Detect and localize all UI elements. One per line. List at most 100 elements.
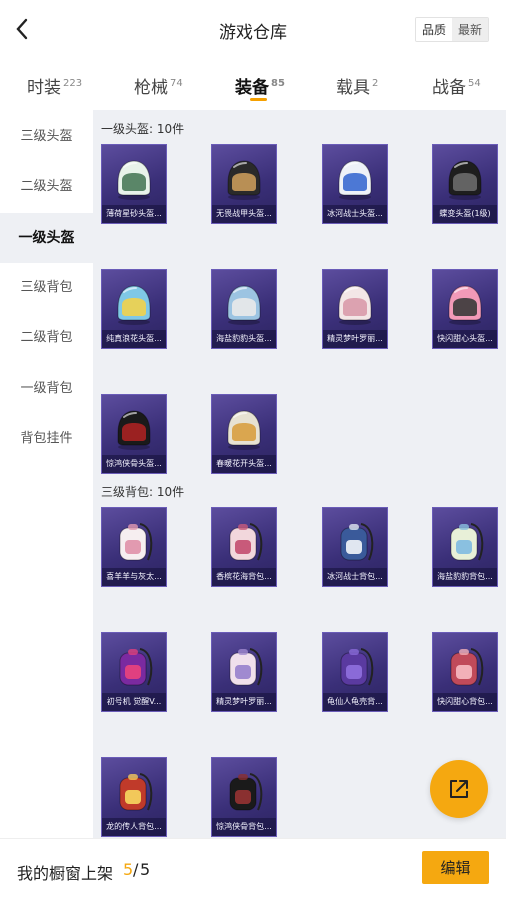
- backpack-image: [331, 641, 379, 693]
- item-card[interactable]: 海盐豹豹头盔...: [211, 269, 277, 349]
- helmet-image: [331, 153, 379, 205]
- item-card[interactable]: 喜羊羊与灰太...: [101, 507, 167, 587]
- item-card[interactable]: 龟仙人龟壳背...: [322, 632, 388, 712]
- tab-count: 223: [63, 78, 83, 89]
- helmet-image: [220, 403, 268, 455]
- item-card[interactable]: 快闪甜心背包...: [432, 632, 498, 712]
- shelf-current-count: 5: [123, 860, 134, 879]
- category-tabs: 时装 223 枪械 74 装备 85 载具 2 战备 54: [0, 60, 506, 110]
- item-card[interactable]: 精灵梦叶罗丽...: [211, 632, 277, 712]
- item-card[interactable]: 初号机 觉醒V...: [101, 632, 167, 712]
- item-card[interactable]: 海盐豹豹背包...: [432, 507, 498, 587]
- helmet-image: [110, 278, 158, 330]
- sidebar-item-level3-backpack[interactable]: 三级背包: [0, 263, 93, 313]
- helmet-image: [110, 153, 158, 205]
- item-name: 冰河战士头盔...: [323, 205, 387, 223]
- item-card[interactable]: 纯真浪花头盔...: [101, 269, 167, 349]
- bottom-bar: 我的橱窗上架 5 / 5 编辑: [0, 838, 506, 897]
- section-title: 三级背包: 10件: [101, 485, 185, 499]
- helmet-image: [441, 153, 489, 205]
- sort-quality-option[interactable]: 品质: [416, 18, 452, 41]
- helmet-image: [331, 278, 379, 330]
- item-card[interactable]: 无畏战甲头盔...: [211, 144, 277, 224]
- item-card[interactable]: 精灵梦叶罗丽...: [322, 269, 388, 349]
- tab-label: 时装: [27, 78, 61, 98]
- tab-count: 54: [468, 78, 481, 89]
- item-grid: 一级头盔: 10件 三级背包: 10件 薄荷星砂头盔... 无畏战甲头盔... 冰河…: [93, 110, 506, 838]
- item-name: 香槟花海背包...: [212, 568, 276, 586]
- shelf-separator: /: [133, 860, 139, 879]
- tab-guns[interactable]: 枪械 74: [134, 73, 183, 98]
- item-name: 喜羊羊与灰太...: [102, 568, 166, 586]
- tab-label: 载具: [336, 78, 370, 98]
- section-title: 一级头盔: 10件: [101, 122, 185, 136]
- item-name: 龙的传人背包...: [102, 818, 166, 836]
- item-card[interactable]: 冰河战士背包...: [322, 507, 388, 587]
- item-card[interactable]: 薄荷星砂头盔...: [101, 144, 167, 224]
- tab-gear[interactable]: 战备 54: [432, 73, 481, 98]
- tab-equipment[interactable]: 装备 85: [235, 73, 285, 98]
- sidebar-item-level1-helmet[interactable]: 一级头盔: [0, 213, 93, 263]
- helmet-image: [220, 153, 268, 205]
- item-card[interactable]: 香槟花海背包...: [211, 507, 277, 587]
- item-name: 快闪甜心背包...: [433, 693, 497, 711]
- item-name: 精灵梦叶罗丽...: [212, 693, 276, 711]
- item-card[interactable]: 龙的传人背包...: [101, 757, 167, 837]
- sidebar-item-backpack-charm[interactable]: 背包挂件: [0, 414, 93, 464]
- edit-button[interactable]: 编辑: [422, 851, 489, 884]
- sidebar: 三级头盔 二级头盔 一级头盔 三级背包 二级背包 一级背包 背包挂件: [0, 110, 93, 838]
- helmet-image: [220, 278, 268, 330]
- item-name: 无畏战甲头盔...: [212, 205, 276, 223]
- backpack-image: [441, 516, 489, 568]
- backpack-image: [220, 641, 268, 693]
- tab-count: 2: [372, 78, 379, 89]
- backpack-image: [110, 641, 158, 693]
- sort-newest-option[interactable]: 最新: [452, 18, 488, 41]
- backpack-image: [110, 516, 158, 568]
- item-name: 春暖花开头盔...: [212, 455, 276, 473]
- item-name: 冰河战士背包...: [323, 568, 387, 586]
- item-name: 蝶变头盔(1级): [433, 205, 497, 223]
- item-card[interactable]: 快闪甜心头盔...: [432, 269, 498, 349]
- backpack-image: [220, 766, 268, 818]
- header: 游戏仓库 品质 最新: [0, 0, 506, 60]
- item-card[interactable]: 惊鸿侠骨背包...: [211, 757, 277, 837]
- item-name: 龟仙人龟壳背...: [323, 693, 387, 711]
- item-name: 初号机 觉醒V...: [102, 693, 166, 711]
- tab-count: 74: [170, 78, 183, 89]
- item-name: 薄荷星砂头盔...: [102, 205, 166, 223]
- shelf-total-count: 5: [140, 860, 151, 879]
- backpack-image: [110, 766, 158, 818]
- helmet-image: [441, 278, 489, 330]
- backpack-image: [331, 516, 379, 568]
- item-name: 惊鸿侠骨背包...: [212, 818, 276, 836]
- sort-toggle[interactable]: 品质 最新: [415, 17, 489, 42]
- item-card[interactable]: 蝶变头盔(1级): [432, 144, 498, 224]
- item-card[interactable]: 春暖花开头盔...: [211, 394, 277, 474]
- tab-fashion[interactable]: 时装 223: [27, 73, 82, 98]
- tab-label: 枪械: [134, 78, 168, 98]
- item-name: 海盐豹豹头盔...: [212, 330, 276, 348]
- backpack-image: [220, 516, 268, 568]
- item-name: 快闪甜心头盔...: [433, 330, 497, 348]
- tab-vehicles[interactable]: 载具 2: [336, 73, 378, 98]
- sidebar-item-level2-helmet[interactable]: 二级头盔: [0, 162, 93, 212]
- tab-label: 装备: [235, 78, 269, 98]
- shelf-label: 我的橱窗上架: [17, 864, 114, 883]
- share-external-icon: [450, 780, 468, 798]
- item-name: 海盐豹豹背包...: [433, 568, 497, 586]
- sidebar-item-level3-helmet[interactable]: 三级头盔: [0, 112, 93, 162]
- item-card[interactable]: 冰河战士头盔...: [322, 144, 388, 224]
- share-fab-button[interactable]: [430, 760, 488, 818]
- item-card[interactable]: 惊鸿侠骨头盔...: [101, 394, 167, 474]
- sidebar-item-level2-backpack[interactable]: 二级背包: [0, 313, 93, 363]
- backpack-image: [441, 641, 489, 693]
- tab-count: 85: [271, 78, 285, 89]
- item-name: 纯真浪花头盔...: [102, 330, 166, 348]
- tab-label: 战备: [432, 78, 466, 98]
- item-name: 惊鸿侠骨头盔...: [102, 455, 166, 473]
- item-name: 精灵梦叶罗丽...: [323, 330, 387, 348]
- helmet-image: [110, 403, 158, 455]
- active-tab-indicator: [250, 98, 267, 101]
- sidebar-item-level1-backpack[interactable]: 一级背包: [0, 364, 93, 414]
